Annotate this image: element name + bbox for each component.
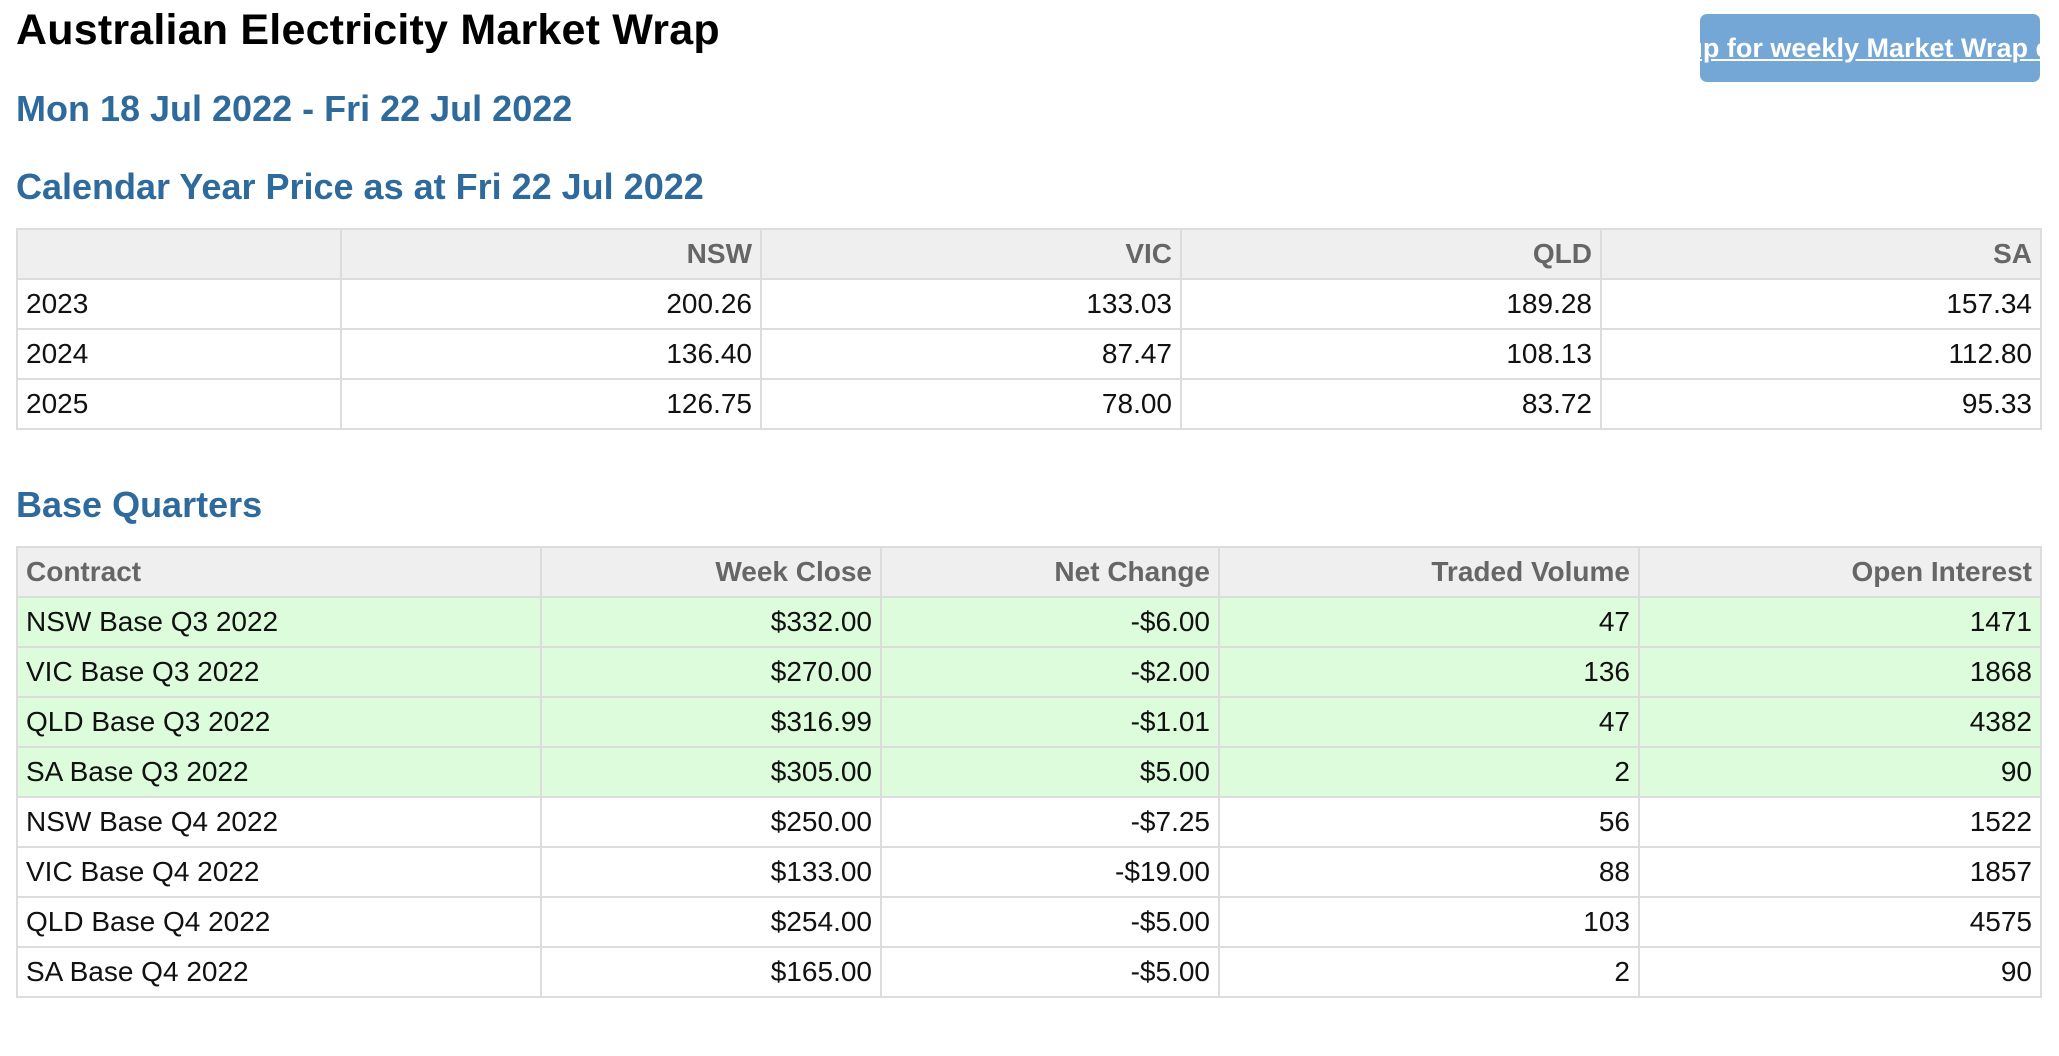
year-cell: 2024 xyxy=(16,328,342,380)
page-title: Australian Electricity Market Wrap xyxy=(16,6,720,54)
net-change-cell: -$6.00 xyxy=(880,596,1220,648)
price-cell: 108.13 xyxy=(1180,328,1602,380)
contract-cell: SA Base Q3 2022 xyxy=(16,746,542,798)
week-close-cell: $316.99 xyxy=(540,696,882,748)
contract-cell: NSW Base Q3 2022 xyxy=(16,596,542,648)
net-change-cell: -$5.00 xyxy=(880,896,1220,948)
price-cell: 78.00 xyxy=(760,378,1182,430)
traded-volume-cell: 2 xyxy=(1218,746,1640,798)
week-close-cell: $250.00 xyxy=(540,796,882,848)
open-interest-cell: 1471 xyxy=(1638,596,2042,648)
traded-volume-cell: 56 xyxy=(1218,796,1640,848)
table-header-row: Contract Week Close Net Change Traded Vo… xyxy=(16,546,2042,598)
table-row: 2024 136.40 87.47 108.13 112.80 xyxy=(16,328,2042,380)
traded-volume-cell: 103 xyxy=(1218,896,1640,948)
contract-cell: QLD Base Q3 2022 xyxy=(16,696,542,748)
price-cell: 189.28 xyxy=(1180,278,1602,330)
table-row: QLD Base Q4 2022 $254.00 -$5.00 103 4575 xyxy=(16,896,2042,948)
column-header-nsw: NSW xyxy=(340,228,762,280)
column-header-week-close: Week Close xyxy=(540,546,882,598)
contract-cell: VIC Base Q3 2022 xyxy=(16,646,542,698)
price-cell: 95.33 xyxy=(1600,378,2042,430)
price-cell: 83.72 xyxy=(1180,378,1602,430)
table-row: VIC Base Q4 2022 $133.00 -$19.00 88 1857 xyxy=(16,846,2042,898)
week-close-cell: $165.00 xyxy=(540,946,882,998)
open-interest-cell: 90 xyxy=(1638,946,2042,998)
table-row: QLD Base Q3 2022 $316.99 -$1.01 47 4382 xyxy=(16,696,2042,748)
traded-volume-cell: 136 xyxy=(1218,646,1640,698)
open-interest-cell: 1868 xyxy=(1638,646,2042,698)
net-change-cell: $5.00 xyxy=(880,746,1220,798)
table-row: NSW Base Q3 2022 $332.00 -$6.00 47 1471 xyxy=(16,596,2042,648)
year-cell: 2023 xyxy=(16,278,342,330)
table-row: 2025 126.75 78.00 83.72 95.33 xyxy=(16,378,2042,430)
table-row: SA Base Q4 2022 $165.00 -$5.00 2 90 xyxy=(16,946,2042,998)
table-row: VIC Base Q3 2022 $270.00 -$2.00 136 1868 xyxy=(16,646,2042,698)
net-change-cell: -$19.00 xyxy=(880,846,1220,898)
week-close-cell: $254.00 xyxy=(540,896,882,948)
open-interest-cell: 1522 xyxy=(1638,796,2042,848)
column-header-contract: Contract xyxy=(16,546,542,598)
price-cell: 200.26 xyxy=(340,278,762,330)
traded-volume-cell: 88 xyxy=(1218,846,1640,898)
open-interest-cell: 1857 xyxy=(1638,846,2042,898)
table-header-row: NSW VIC QLD SA xyxy=(16,228,2042,280)
contract-cell: SA Base Q4 2022 xyxy=(16,946,542,998)
column-header xyxy=(16,228,342,280)
year-cell: 2025 xyxy=(16,378,342,430)
table-row: 2023 200.26 133.03 189.28 157.34 xyxy=(16,278,2042,330)
table-row: NSW Base Q4 2022 $250.00 -$7.25 56 1522 xyxy=(16,796,2042,848)
column-header-net-change: Net Change xyxy=(880,546,1220,598)
column-header-qld: QLD xyxy=(1180,228,1602,280)
signup-button[interactable]: Sign up for weekly Market Wrap emails xyxy=(1620,14,2059,82)
date-range: Mon 18 Jul 2022 - Fri 22 Jul 2022 xyxy=(16,88,573,129)
price-cell: 157.34 xyxy=(1600,278,2042,330)
net-change-cell: -$1.01 xyxy=(880,696,1220,748)
open-interest-cell: 4575 xyxy=(1638,896,2042,948)
price-cell: 87.47 xyxy=(760,328,1182,380)
open-interest-cell: 4382 xyxy=(1638,696,2042,748)
column-header-vic: VIC xyxy=(760,228,1182,280)
contract-cell: QLD Base Q4 2022 xyxy=(16,896,542,948)
net-change-cell: -$5.00 xyxy=(880,946,1220,998)
contract-cell: VIC Base Q4 2022 xyxy=(16,846,542,898)
table-row: SA Base Q3 2022 $305.00 $5.00 2 90 xyxy=(16,746,2042,798)
price-cell: 112.80 xyxy=(1600,328,2042,380)
base-quarters-table: Contract Week Close Net Change Traded Vo… xyxy=(16,546,2042,998)
column-header-sa: SA xyxy=(1600,228,2042,280)
week-close-cell: $133.00 xyxy=(540,846,882,898)
price-cell: 133.03 xyxy=(760,278,1182,330)
calendar-heading: Calendar Year Price as at Fri 22 Jul 202… xyxy=(16,166,704,207)
column-header-open-interest: Open Interest xyxy=(1638,546,2042,598)
week-close-cell: $305.00 xyxy=(540,746,882,798)
net-change-cell: -$2.00 xyxy=(880,646,1220,698)
traded-volume-cell: 2 xyxy=(1218,946,1640,998)
price-cell: 136.40 xyxy=(340,328,762,380)
price-cell: 126.75 xyxy=(340,378,762,430)
contract-cell: NSW Base Q4 2022 xyxy=(16,796,542,848)
week-close-cell: $270.00 xyxy=(540,646,882,698)
calendar-price-table: NSW VIC QLD SA 2023 200.26 133.03 189.28… xyxy=(16,228,2042,430)
column-header-traded-volume: Traded Volume xyxy=(1218,546,1640,598)
open-interest-cell: 90 xyxy=(1638,746,2042,798)
traded-volume-cell: 47 xyxy=(1218,696,1640,748)
traded-volume-cell: 47 xyxy=(1218,596,1640,648)
base-quarters-heading: Base Quarters xyxy=(16,484,263,525)
week-close-cell: $332.00 xyxy=(540,596,882,648)
net-change-cell: -$7.25 xyxy=(880,796,1220,848)
